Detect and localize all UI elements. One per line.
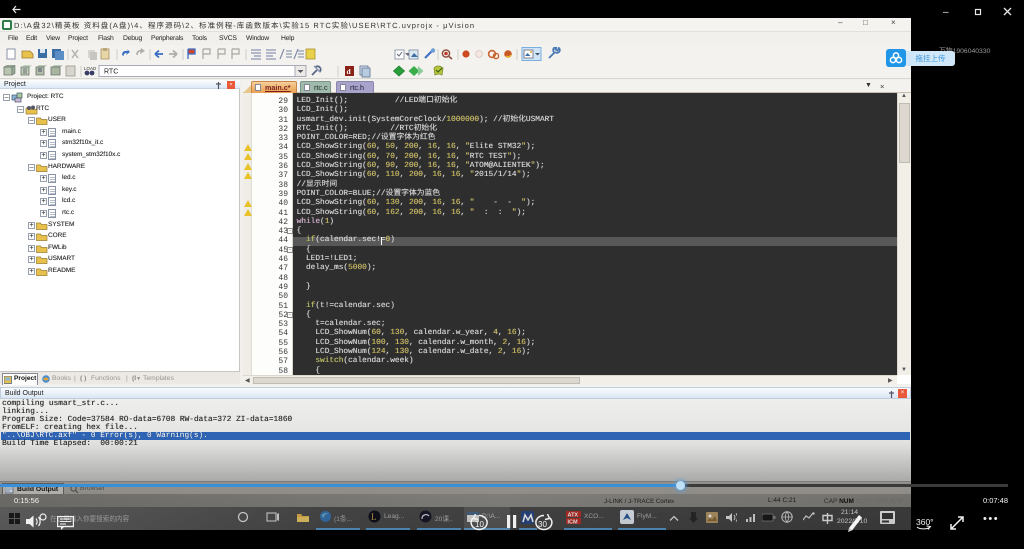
svg-text:LOAD: LOAD xyxy=(84,66,97,71)
svg-text:RTC: RTC xyxy=(104,69,118,76)
svg-text:360°: 360° xyxy=(916,517,933,527)
svg-text:30: 30 xyxy=(538,520,547,529)
svg-text:10: 10 xyxy=(475,520,484,529)
